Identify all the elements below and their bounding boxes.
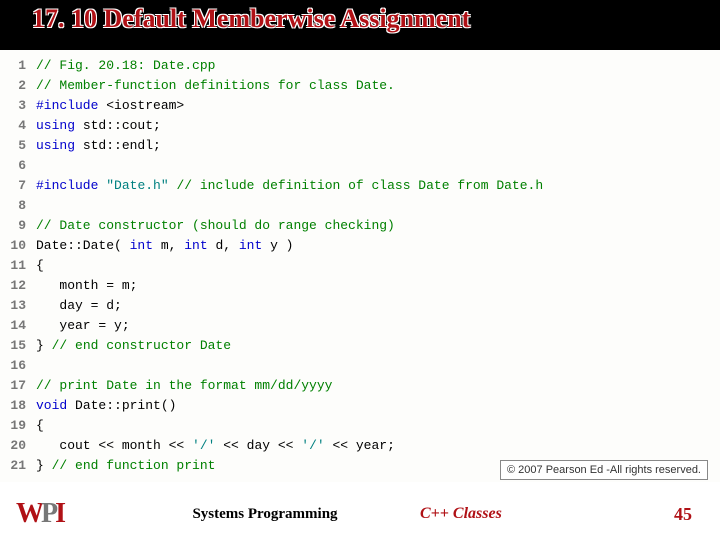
code-source: // print Date in the format mm/dd/yyyy bbox=[36, 376, 543, 396]
code-line: 19{ bbox=[0, 416, 543, 436]
line-number: 20 bbox=[0, 436, 36, 456]
line-number: 6 bbox=[0, 156, 36, 176]
code-source: // Fig. 20.18: Date.cpp bbox=[36, 56, 543, 76]
line-number: 12 bbox=[0, 276, 36, 296]
code-source: #include "Date.h" // include definition … bbox=[36, 176, 543, 196]
code-line: 18void Date::print() bbox=[0, 396, 543, 416]
code-line: 16 bbox=[0, 356, 543, 376]
footer: WPI Systems Programming C++ Classes 45 bbox=[0, 494, 720, 534]
code-source: { bbox=[36, 256, 543, 276]
line-number: 10 bbox=[0, 236, 36, 256]
line-number: 18 bbox=[0, 396, 36, 416]
line-number: 7 bbox=[0, 176, 36, 196]
code-line: 15} // end constructor Date bbox=[0, 336, 543, 356]
code-line: 21} // end function print bbox=[0, 456, 543, 476]
line-number: 1 bbox=[0, 56, 36, 76]
code-table: 1// Fig. 20.18: Date.cpp2// Member-funct… bbox=[0, 56, 543, 476]
line-number: 13 bbox=[0, 296, 36, 316]
footer-topic: C++ Classes bbox=[420, 505, 502, 523]
code-line: 20 cout << month << '/' << day << '/' <<… bbox=[0, 436, 543, 456]
line-number: 14 bbox=[0, 316, 36, 336]
wpi-logo: WPI bbox=[0, 498, 110, 530]
code-line: 6 bbox=[0, 156, 543, 176]
line-number: 5 bbox=[0, 136, 36, 156]
code-line: 11{ bbox=[0, 256, 543, 276]
code-line: 5using std::endl; bbox=[0, 136, 543, 156]
code-line: 9// Date constructor (should do range ch… bbox=[0, 216, 543, 236]
code-source: // Date constructor (should do range che… bbox=[36, 216, 543, 236]
code-line: 1// Fig. 20.18: Date.cpp bbox=[0, 56, 543, 76]
code-source: using std::cout; bbox=[36, 116, 543, 136]
line-number: 15 bbox=[0, 336, 36, 356]
title-bar: 17. 10 Default Memberwise Assignment bbox=[0, 0, 720, 50]
line-number: 2 bbox=[0, 76, 36, 96]
code-source: month = m; bbox=[36, 276, 543, 296]
code-source: // Member-function definitions for class… bbox=[36, 76, 543, 96]
code-line: 10Date::Date( int m, int d, int y ) bbox=[0, 236, 543, 256]
code-source: } // end function print bbox=[36, 456, 543, 476]
code-line: 12 month = m; bbox=[0, 276, 543, 296]
line-number: 9 bbox=[0, 216, 36, 236]
code-line: 17// print Date in the format mm/dd/yyyy bbox=[0, 376, 543, 396]
code-line: 4using std::cout; bbox=[0, 116, 543, 136]
copyright-notice: © 2007 Pearson Ed -All rights reserved. bbox=[500, 460, 708, 480]
code-listing: 1// Fig. 20.18: Date.cpp2// Member-funct… bbox=[0, 50, 720, 482]
line-number: 19 bbox=[0, 416, 36, 436]
footer-center: Systems Programming bbox=[110, 506, 420, 523]
line-number: 17 bbox=[0, 376, 36, 396]
code-line: 2// Member-function definitions for clas… bbox=[0, 76, 543, 96]
footer-right: C++ Classes 45 bbox=[420, 504, 720, 525]
code-line: 13 day = d; bbox=[0, 296, 543, 316]
slide-title: 17. 10 Default Memberwise Assignment bbox=[32, 4, 470, 34]
code-source: year = y; bbox=[36, 316, 543, 336]
line-number: 8 bbox=[0, 196, 36, 216]
code-source: day = d; bbox=[36, 296, 543, 316]
line-number: 4 bbox=[0, 116, 36, 136]
code-line: 7#include "Date.h" // include definition… bbox=[0, 176, 543, 196]
code-source bbox=[36, 356, 543, 376]
code-source: cout << month << '/' << day << '/' << ye… bbox=[36, 436, 543, 456]
code-source: { bbox=[36, 416, 543, 436]
code-line: 14 year = y; bbox=[0, 316, 543, 336]
code-line: 3#include <iostream> bbox=[0, 96, 543, 116]
code-source bbox=[36, 196, 543, 216]
line-number: 3 bbox=[0, 96, 36, 116]
line-number: 11 bbox=[0, 256, 36, 276]
code-source: #include <iostream> bbox=[36, 96, 543, 116]
code-line: 8 bbox=[0, 196, 543, 216]
code-source: using std::endl; bbox=[36, 136, 543, 156]
code-source bbox=[36, 156, 543, 176]
code-source: } // end constructor Date bbox=[36, 336, 543, 356]
code-source: void Date::print() bbox=[36, 396, 543, 416]
code-source: Date::Date( int m, int d, int y ) bbox=[36, 236, 543, 256]
line-number: 16 bbox=[0, 356, 36, 376]
page-number: 45 bbox=[674, 504, 692, 525]
line-number: 21 bbox=[0, 456, 36, 476]
